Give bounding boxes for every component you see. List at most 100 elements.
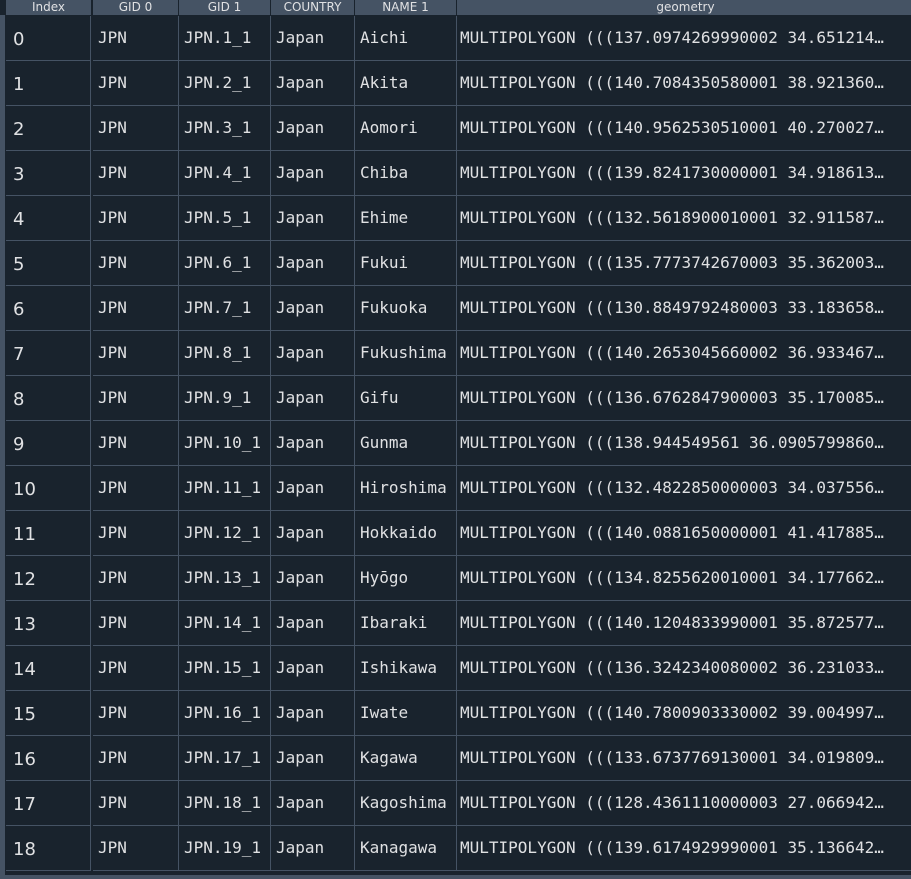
row-index[interactable]: 11 xyxy=(6,511,91,556)
cell-name1[interactable]: Kanagawa xyxy=(355,826,457,871)
cell-geometry[interactable]: MULTIPOLYGON (((136.3242340080002 36.231… xyxy=(457,646,911,691)
cell-gid1[interactable]: JPN.1_1 xyxy=(179,16,271,61)
cell-gid0[interactable]: JPN xyxy=(93,106,179,151)
table-row[interactable]: JPN JPN.12_1 Japan Hokkaido MULTIPOLYGON (((… xyxy=(93,511,911,556)
cell-gid1[interactable]: JPN.17_1 xyxy=(179,736,271,781)
cell-country[interactable]: Japan xyxy=(271,286,355,331)
table-row[interactable]: JPN JPN.7_1 Japan Fukuoka MULTIPOLYGON (((13… xyxy=(93,286,911,331)
cell-name1[interactable]: Chiba xyxy=(355,151,457,196)
cell-gid1[interactable]: JPN.7_1 xyxy=(179,286,271,331)
cell-geometry[interactable]: MULTIPOLYGON (((138.944549561 36.0905799… xyxy=(457,421,911,466)
row-index[interactable]: 3 xyxy=(6,151,91,196)
cell-geometry[interactable]: MULTIPOLYGON (((134.8255620010001 34.177… xyxy=(457,556,911,601)
cell-name1[interactable]: Gifu xyxy=(355,376,457,421)
cell-country[interactable]: Japan xyxy=(271,196,355,241)
cell-geometry[interactable]: MULTIPOLYGON (((139.6174929990001 35.136… xyxy=(457,826,911,871)
cell-geometry[interactable]: MULTIPOLYGON (((135.7773742670003 35.362… xyxy=(457,241,911,286)
cell-country[interactable]: Japan xyxy=(271,376,355,421)
cell-name1[interactable]: Kagawa xyxy=(355,736,457,781)
cell-gid0[interactable]: JPN xyxy=(93,511,179,556)
cell-name1[interactable]: Ishikawa xyxy=(355,646,457,691)
cell-country[interactable]: Japan xyxy=(271,556,355,601)
column-header-gid0[interactable]: GID 0 xyxy=(93,0,179,15)
table-row[interactable]: JPN JPN.17_1 Japan Kagawa MULTIPOLYGON (((13… xyxy=(93,736,911,781)
row-index[interactable]: 18 xyxy=(6,826,91,871)
cell-country[interactable]: Japan xyxy=(271,151,355,196)
cell-name1[interactable]: Fukuoka xyxy=(355,286,457,331)
column-header-country[interactable]: COUNTRY xyxy=(271,0,355,15)
cell-geometry[interactable]: MULTIPOLYGON (((140.7084350580001 38.921… xyxy=(457,61,911,106)
cell-gid1[interactable]: JPN.14_1 xyxy=(179,601,271,646)
cell-geometry[interactable]: MULTIPOLYGON (((132.4822850000003 34.037… xyxy=(457,466,911,511)
cell-gid0[interactable]: JPN xyxy=(93,16,179,61)
cell-name1[interactable]: Fukushima xyxy=(355,331,457,376)
cell-name1[interactable]: Hokkaido xyxy=(355,511,457,556)
cell-geometry[interactable]: MULTIPOLYGON (((140.9562530510001 40.270… xyxy=(457,106,911,151)
table-row[interactable]: JPN JPN.2_1 Japan Akita MULTIPOLYGON (((140.… xyxy=(93,61,911,106)
cell-name1[interactable]: Ibaraki xyxy=(355,601,457,646)
cell-name1[interactable]: Gunma xyxy=(355,421,457,466)
cell-name1[interactable]: Aomori xyxy=(355,106,457,151)
cell-gid0[interactable]: JPN xyxy=(93,61,179,106)
index-header[interactable]: Index xyxy=(6,0,92,15)
table-row[interactable]: JPN JPN.1_1 Japan Aichi MULTIPOLYGON (((137.… xyxy=(93,16,911,61)
row-index[interactable]: 9 xyxy=(6,421,91,466)
cell-geometry[interactable]: MULTIPOLYGON (((130.8849792480003 33.183… xyxy=(457,286,911,331)
cell-gid1[interactable]: JPN.12_1 xyxy=(179,511,271,556)
cell-gid1[interactable]: JPN.3_1 xyxy=(179,106,271,151)
column-header-name1[interactable]: NAME 1 xyxy=(355,0,457,15)
cell-gid0[interactable]: JPN xyxy=(93,241,179,286)
cell-country[interactable]: Japan xyxy=(271,781,355,826)
cell-gid1[interactable]: JPN.9_1 xyxy=(179,376,271,421)
cell-gid0[interactable]: JPN xyxy=(93,196,179,241)
cell-name1[interactable]: Hyōgo xyxy=(355,556,457,601)
cell-geometry[interactable]: MULTIPOLYGON (((140.7800903330002 39.004… xyxy=(457,691,911,736)
row-index[interactable]: 2 xyxy=(6,106,91,151)
row-index[interactable]: 5 xyxy=(6,241,91,286)
column-header-geometry[interactable]: geometry xyxy=(457,0,911,15)
row-index[interactable]: 16 xyxy=(6,736,91,781)
table-row[interactable]: JPN JPN.8_1 Japan Fukushima MULTIPOLYGON (((… xyxy=(93,331,911,376)
table-row[interactable]: JPN JPN.9_1 Japan Gifu MULTIPOLYGON (((136.6… xyxy=(93,376,911,421)
table-row[interactable]: JPN JPN.16_1 Japan Iwate MULTIPOLYGON (((140… xyxy=(93,691,911,736)
cell-country[interactable]: Japan xyxy=(271,61,355,106)
cell-country[interactable]: Japan xyxy=(271,331,355,376)
row-index[interactable]: 14 xyxy=(6,646,91,691)
table-row[interactable]: JPN JPN.13_1 Japan Hyōgo MULTIPOLYGON (((134… xyxy=(93,556,911,601)
cell-gid1[interactable]: JPN.16_1 xyxy=(179,691,271,736)
table-row[interactable]: JPN JPN.3_1 Japan Aomori MULTIPOLYGON (((140… xyxy=(93,106,911,151)
cell-gid1[interactable]: JPN.13_1 xyxy=(179,556,271,601)
row-index[interactable]: 13 xyxy=(6,601,91,646)
cell-geometry[interactable]: MULTIPOLYGON (((140.1204833990001 35.872… xyxy=(457,601,911,646)
cell-country[interactable]: Japan xyxy=(271,691,355,736)
cell-country[interactable]: Japan xyxy=(271,601,355,646)
cell-country[interactable]: Japan xyxy=(271,511,355,556)
cell-name1[interactable]: Hiroshima xyxy=(355,466,457,511)
column-header-gid1[interactable]: GID 1 xyxy=(179,0,271,15)
cell-gid1[interactable]: JPN.6_1 xyxy=(179,241,271,286)
table-row[interactable]: JPN JPN.5_1 Japan Ehime MULTIPOLYGON (((132.… xyxy=(93,196,911,241)
cell-gid0[interactable]: JPN xyxy=(93,781,179,826)
horizontal-scrollbar[interactable] xyxy=(0,875,911,879)
cell-geometry[interactable]: MULTIPOLYGON (((128.4361110000003 27.066… xyxy=(457,781,911,826)
cell-gid0[interactable]: JPN xyxy=(93,691,179,736)
table-row[interactable]: JPN JPN.14_1 Japan Ibaraki MULTIPOLYGON (((1… xyxy=(93,601,911,646)
cell-gid1[interactable]: JPN.2_1 xyxy=(179,61,271,106)
cell-gid0[interactable]: JPN xyxy=(93,151,179,196)
cell-geometry[interactable]: MULTIPOLYGON (((140.2653045660002 36.933… xyxy=(457,331,911,376)
table-row[interactable]: JPN JPN.10_1 Japan Gunma MULTIPOLYGON (((138… xyxy=(93,421,911,466)
row-index[interactable]: 6 xyxy=(6,286,91,331)
cell-country[interactable]: Japan xyxy=(271,466,355,511)
cell-name1[interactable]: Akita xyxy=(355,61,457,106)
cell-geometry[interactable]: MULTIPOLYGON (((137.0974269990002 34.651… xyxy=(457,16,911,61)
table-row[interactable]: JPN JPN.15_1 Japan Ishikawa MULTIPOLYGON (((… xyxy=(93,646,911,691)
row-index[interactable]: 1 xyxy=(6,61,91,106)
row-index[interactable]: 0 xyxy=(6,16,91,61)
cell-gid0[interactable]: JPN xyxy=(93,331,179,376)
cell-name1[interactable]: Iwate xyxy=(355,691,457,736)
cell-gid0[interactable]: JPN xyxy=(93,646,179,691)
cell-gid0[interactable]: JPN xyxy=(93,556,179,601)
cell-gid1[interactable]: JPN.10_1 xyxy=(179,421,271,466)
cell-country[interactable]: Japan xyxy=(271,646,355,691)
cell-gid0[interactable]: JPN xyxy=(93,466,179,511)
